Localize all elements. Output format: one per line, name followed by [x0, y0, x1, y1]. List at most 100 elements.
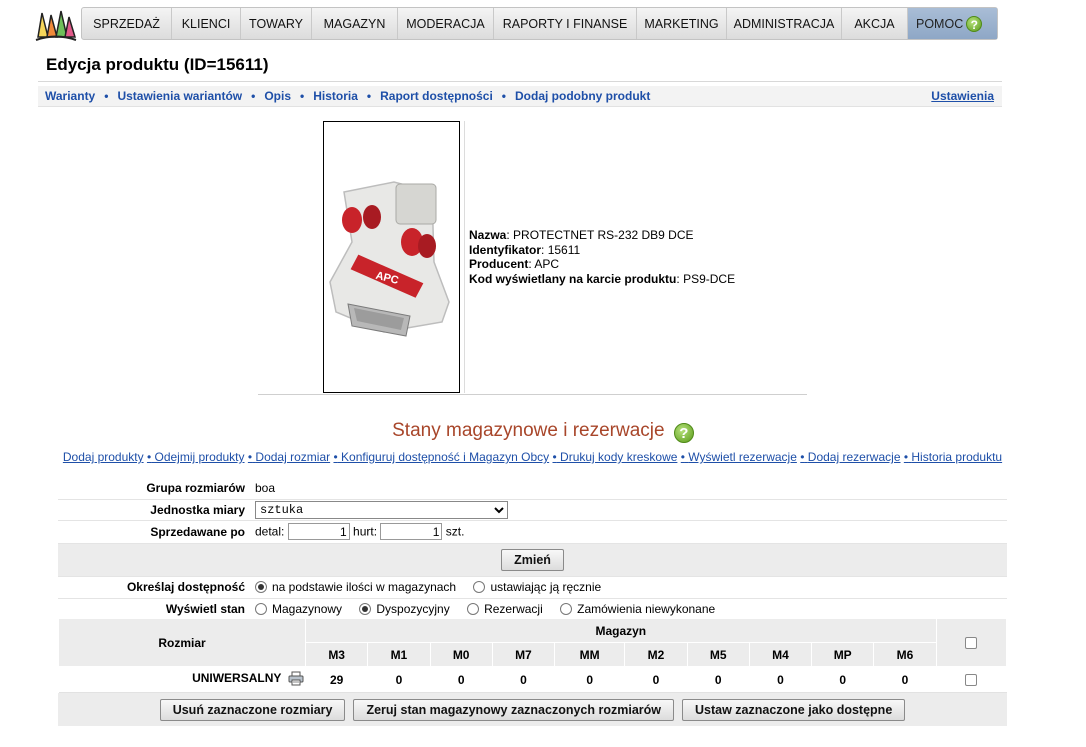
product-name-value: PROTECTNET RS-232 DB9 DCE	[513, 228, 694, 242]
menu-towary[interactable]: TOWARY	[241, 8, 312, 39]
unit-select[interactable]: sztuka	[255, 500, 508, 519]
action-dodaj-rezerwacje-label: Dodaj rezerwacje	[807, 450, 901, 464]
action-historia-produktu-label: Historia produktu	[911, 450, 1003, 464]
radio-unchecked-icon	[473, 581, 486, 593]
product-name-label: Nazwa	[469, 228, 507, 242]
action-separator: •	[146, 450, 152, 464]
subnav-historia[interactable]: Historia	[313, 89, 358, 103]
action-konfiguruj-dostepnosc[interactable]: • Konfiguruj dostępność i Magazyn Obcy	[333, 450, 549, 464]
stock-value-m7: 0	[492, 666, 555, 693]
subnav-ustawienia-wariantow[interactable]: Ustawienia wariantów	[117, 89, 242, 103]
stock-title-text: Stany magazynowe i rezerwacje	[392, 420, 665, 441]
action-dodaj-produkty[interactable]: Dodaj produkty	[63, 450, 144, 464]
size-group-value: boa	[255, 481, 276, 496]
product-producer-row: Producent: APC	[469, 257, 560, 272]
action-separator: •	[903, 450, 909, 464]
product-info: Nazwa: PROTECTNET RS-232 DB9 DCE Identyf…	[469, 228, 735, 286]
stock-value-m5: 0	[687, 666, 750, 693]
show-state-zamowienia[interactable]: Zamówienia niewykonane	[560, 602, 715, 616]
question-icon[interactable]: ?	[673, 423, 694, 443]
action-wyswietl-rezerwacje[interactable]: • Wyświetl rezerwacje	[681, 450, 797, 464]
question-icon: ?	[966, 15, 983, 32]
unit-label: Jednostka miary	[150, 502, 245, 517]
menu-klienci[interactable]: KLIENCI	[172, 8, 241, 39]
delete-selected-sizes-button[interactable]: Usuń zaznaczone rozmiary	[159, 698, 346, 721]
subnav-ustawienia[interactable]: Ustawienia	[931, 89, 994, 103]
subnav-separator: •	[104, 89, 109, 103]
stock-value-m4: 0	[749, 666, 812, 693]
product-separator	[464, 121, 465, 393]
action-dodaj-rozmiar[interactable]: • Dodaj rozmiar	[248, 450, 330, 464]
title-divider	[38, 81, 1002, 82]
set-selected-available-button[interactable]: Ustaw zaznaczone jako dostępne	[682, 698, 906, 721]
menu-akcja[interactable]: AKCJA	[842, 8, 908, 39]
action-separator: •	[800, 450, 805, 464]
sub-navigation: Warianty • Ustawienia wariantów • Opis •…	[38, 86, 1002, 107]
product-producer-label: Producent	[469, 257, 529, 272]
size-group-label: Grupa rozmiarów	[146, 481, 245, 496]
stock-grid: Rozmiar Magazyn M3 M1 M0 M7 MM M2 M5 M4 …	[57, 618, 1008, 693]
size-group-row: Grupa rozmiarów boa	[58, 478, 1007, 499]
action-separator: •	[247, 450, 253, 464]
warehouse-header-m1: M1	[367, 642, 431, 667]
sold-by-label: Sprzedawane po	[150, 524, 245, 539]
subnav-dodaj-podobny-produkt[interactable]: Dodaj podobny produkt	[515, 89, 650, 103]
menu-magazyn[interactable]: MAGAZYN	[312, 8, 398, 39]
menu-raporty-i-finanse[interactable]: RAPORTY I FINANSE	[494, 8, 637, 39]
select-all-cell	[935, 618, 1008, 667]
action-dodaj-rezerwacje[interactable]: • Dodaj rezerwacje	[800, 450, 900, 464]
unit-suffix: szt.	[445, 524, 465, 539]
menu-moderacja[interactable]: MODERACJA	[398, 8, 494, 39]
warehouse-column-header: Magazyn	[305, 618, 937, 643]
stock-value-mm: 0	[554, 666, 625, 693]
show-state-dyspozycyjny[interactable]: Dyspozycyjny	[359, 602, 450, 616]
availability-row: Określaj dostępność na podstawie ilości …	[58, 576, 1007, 598]
reset-stock-selected-button[interactable]: Zeruj stan magazynowy zaznaczonych rozmi…	[353, 698, 674, 721]
subnav-warianty[interactable]: Warianty	[45, 89, 95, 103]
action-odejmij-produkty-label: Odejmij produkty	[154, 450, 245, 464]
action-odejmij-produkty[interactable]: • Odejmij produkty	[147, 450, 245, 464]
change-button[interactable]: Zmień	[501, 548, 564, 571]
action-separator: •	[552, 450, 557, 464]
show-state-magazynowy-label: Magazynowy	[272, 602, 343, 616]
subnav-opis[interactable]: Opis	[264, 89, 291, 103]
product-id-value: 15611	[547, 242, 581, 257]
stock-value-m6: 0	[873, 666, 937, 693]
action-konfiguruj-dostepnosc-label: Konfiguruj dostępność i Magazyn Obcy	[341, 450, 550, 464]
action-drukuj-kody-kreskowe-label: Drukuj kody kreskowe	[560, 450, 678, 464]
row-select-cell	[936, 666, 1007, 693]
printer-icon[interactable]	[288, 671, 304, 689]
retail-quantity-input[interactable]	[287, 523, 350, 540]
action-drukuj-kody-kreskowe[interactable]: • Drukuj kody kreskowe	[552, 450, 677, 464]
show-state-rezerwacji[interactable]: Rezerwacji	[467, 602, 543, 616]
availability-label: Określaj dostępność	[126, 580, 245, 594]
wholesale-quantity-input[interactable]	[380, 523, 443, 540]
subnav-separator: •	[366, 89, 372, 103]
action-dodaj-rozmiar-label: Dodaj rozmiar	[255, 450, 331, 464]
change-row: Zmień	[58, 543, 1007, 576]
radio-unchecked-icon	[255, 603, 267, 615]
menu-sprzedaz[interactable]: SPRZEDAŻ	[82, 8, 172, 39]
menu-pomoc[interactable]: POMOC ?	[908, 8, 997, 39]
availability-option-quantity[interactable]: na podstawie ilości w magazynach	[255, 580, 456, 594]
unit-row: Jednostka miary sztuka	[58, 499, 1007, 520]
select-all-checkbox[interactable]	[965, 637, 978, 650]
radio-unchecked-icon	[467, 603, 480, 615]
availability-option-manual[interactable]: ustawiając ją ręcznie	[473, 580, 601, 594]
subnav-raport-dostepnosci[interactable]: Raport dostępności	[380, 89, 493, 103]
action-wyswietl-rezerwacje-label: Wyświetl rezerwacje	[688, 450, 797, 464]
size-name: UNIWERSALNY	[192, 670, 282, 685]
show-state-magazynowy[interactable]: Magazynowy	[255, 602, 342, 616]
menu-administracja[interactable]: ADMINISTRACJA	[727, 8, 842, 39]
app-logo[interactable]	[34, 7, 78, 45]
sold-by-row: Sprzedawane po detal: hurt: szt.	[58, 520, 1007, 543]
action-historia-produktu[interactable]: • Historia produktu	[904, 450, 1002, 464]
stock-settings-form: Grupa rozmiarów boa Jednostka miary sztu…	[58, 478, 1007, 621]
product-image[interactable]: APC	[323, 121, 460, 393]
size-cell: UNIWERSALNY	[58, 666, 306, 693]
menu-marketing[interactable]: MARKETING	[637, 8, 727, 39]
row-select-checkbox[interactable]	[965, 674, 978, 687]
page-title: Edycja produktu (ID=15611)	[46, 55, 269, 74]
show-state-zamowienia-label: Zamówienia niewykonane	[577, 602, 716, 616]
product-name-row: Nazwa: PROTECTNET RS-232 DB9 DCE	[469, 228, 694, 242]
